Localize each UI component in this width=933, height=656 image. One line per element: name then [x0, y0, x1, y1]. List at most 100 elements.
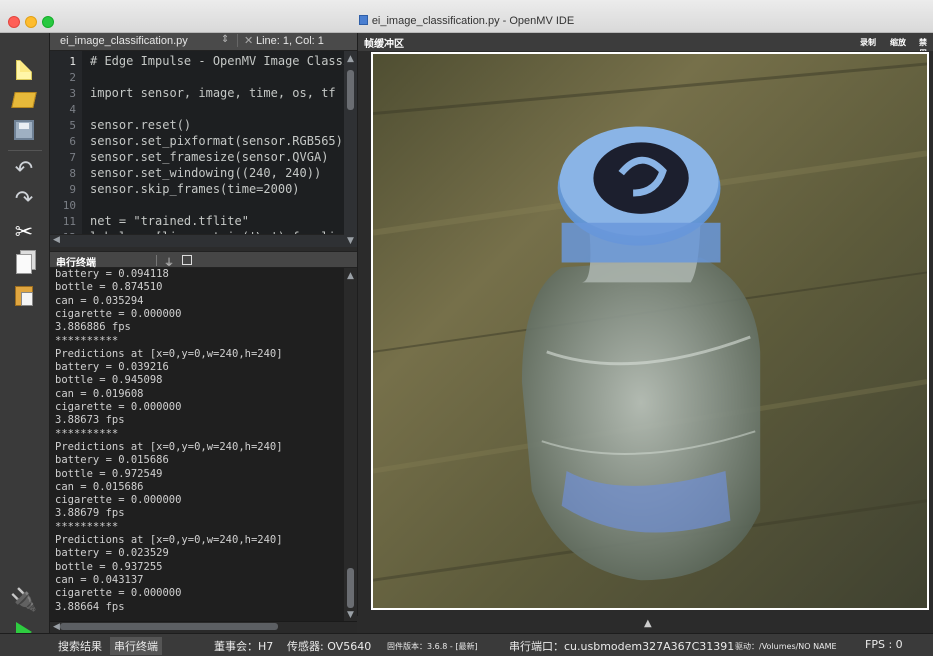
main-toolbar: ↶ ↷ ✂ 🔌 — [0, 33, 50, 656]
terminal-line: ********** — [55, 520, 119, 533]
tab-serial-terminal[interactable]: 串行终端 — [110, 637, 162, 655]
toolbar-separator — [8, 150, 42, 151]
line-number: 11 — [62, 215, 76, 228]
paste-button[interactable] — [11, 283, 37, 309]
cut-button[interactable]: ✂ — [11, 219, 37, 245]
save-file-button[interactable] — [11, 117, 37, 143]
code-editor[interactable]: 1 2 3 4 5 6 7 8 9 10 11 12 # Edge Impuls… — [50, 51, 357, 247]
terminal-line: 3.88673 fps — [55, 414, 125, 427]
board-info[interactable]: 董事会：H7 — [214, 638, 273, 654]
close-document-icon[interactable]: ✕ — [237, 34, 253, 47]
line-number: 2 — [69, 71, 76, 84]
zoom-button[interactable]: 缩放 — [890, 37, 906, 48]
serial-port-info[interactable]: 串行端口：cu.usbmodem327A367C31391 — [509, 638, 734, 654]
line-number: 10 — [62, 199, 76, 212]
terminal-line: cigarette = 0.000000 — [55, 401, 182, 413]
record-button[interactable]: 录制 — [860, 37, 876, 48]
window-title: ei_image_classification.py - OpenMV IDE — [0, 15, 933, 27]
serial-terminal-title: 串行终端 — [56, 258, 96, 269]
terminal-line: can = 0.043137 — [55, 573, 144, 586]
terminal-line: can = 0.019608 — [55, 387, 144, 400]
terminal-line: bottle = 0.874510 — [55, 281, 163, 294]
code-line: net = "trained.tflite" — [90, 214, 249, 228]
camera-frame-image — [371, 52, 929, 610]
scroll-up-arrow-icon[interactable]: ▲ — [347, 271, 354, 281]
terminal-line: Predictions at [x=0,y=0,w=240,h=240] — [55, 440, 283, 453]
terminal-scroll-thumb[interactable] — [347, 568, 354, 608]
redo-button[interactable]: ↷ — [11, 187, 37, 213]
terminal-line: can = 0.015686 — [55, 480, 144, 493]
cursor-position: Line: 1, Col: 1 — [256, 35, 324, 47]
file-selector[interactable]: ei_image_classification.py — [60, 35, 188, 47]
save-file-icon — [14, 120, 34, 140]
header-divider — [156, 255, 157, 266]
undo-icon: ↶ — [14, 157, 34, 182]
terminal-line: battery = 0.023529 — [55, 547, 169, 560]
terminal-line: bottle = 0.972549 — [55, 467, 163, 480]
scroll-down-arrow-icon[interactable]: ▼ — [347, 236, 354, 246]
editor-header: ei_image_classification.py ⇕ ✕ Line: 1, … — [50, 33, 357, 51]
editor-scroll-thumb[interactable] — [347, 70, 354, 110]
line-number: 7 — [69, 151, 76, 164]
drive-info[interactable]: 驱动：/Volumes/NO NAME — [735, 641, 837, 652]
cut-icon: ✂ — [14, 219, 34, 245]
scroll-left-arrow-icon[interactable]: ◀ — [53, 235, 60, 245]
code-line: import sensor, image, time, os, tf — [90, 86, 336, 100]
new-file-icon — [16, 60, 32, 80]
undo-button[interactable]: ↶ — [11, 157, 37, 183]
copy-icon — [16, 254, 32, 274]
line-number: 1 — [69, 55, 76, 68]
terminal-line: battery = 0.094118 — [55, 268, 169, 280]
sensor-info[interactable]: 传感器: OV5640 — [287, 638, 371, 654]
terminal-save-icon[interactable] — [182, 255, 192, 265]
collapse-arrow-icon[interactable]: ▲ — [644, 618, 652, 629]
code-line: # Edge Impulse - OpenMV Image Classifica… — [90, 54, 357, 68]
redo-icon: ↷ — [14, 187, 34, 212]
open-file-icon — [11, 92, 37, 108]
connect-icon: 🔌 — [10, 587, 38, 613]
terminal-line: 3.886886 fps — [55, 321, 131, 334]
terminal-line: bottle = 0.937255 — [55, 560, 163, 573]
line-number: 5 — [69, 119, 76, 132]
tab-search-results[interactable]: 搜索结果 — [58, 638, 102, 654]
python-file-icon — [358, 15, 368, 25]
scroll-up-arrow-icon[interactable]: ▲ — [347, 54, 354, 64]
line-number: 9 — [69, 183, 76, 196]
terminal-line: can = 0.035294 — [55, 294, 144, 307]
terminal-line: cigarette = 0.000000 — [55, 587, 182, 600]
terminal-line: Predictions at [x=0,y=0,w=240,h=240] — [55, 347, 283, 360]
serial-terminal-output[interactable]: battery = 0.094118 bottle = 0.874510 can… — [50, 268, 344, 621]
frame-buffer-resize-handle[interactable]: ▲ — [357, 616, 933, 633]
terminal-line: 3.88679 fps — [55, 507, 125, 520]
line-number-gutter: 1 2 3 4 5 6 7 8 9 10 11 12 — [50, 51, 82, 247]
terminal-line: battery = 0.039216 — [55, 361, 169, 374]
terminal-line: battery = 0.015686 — [55, 454, 169, 467]
terminal-line: bottle = 0.945098 — [55, 374, 163, 387]
terminal-settings-icon[interactable]: ⏚ — [164, 254, 174, 269]
fps-readout: FPS : 0 — [865, 638, 903, 651]
line-number: 8 — [69, 167, 76, 180]
scroll-down-arrow-icon[interactable]: ▼ — [347, 610, 354, 620]
copy-button[interactable] — [11, 251, 37, 277]
code-line: sensor.set_pixformat(sensor.RGB565) — [90, 134, 343, 148]
editor-horizontal-scrollbar[interactable] — [50, 234, 344, 247]
title-bar: ei_image_classification.py - OpenMV IDE — [0, 0, 933, 33]
frame-buffer-header: 帧缓冲区 录制 缩放 禁用 — [357, 33, 933, 58]
terminal-line: Predictions at [x=0,y=0,w=240,h=240] — [55, 534, 283, 546]
line-number: 3 — [69, 87, 76, 100]
terminal-horizontal-thumb[interactable] — [60, 623, 278, 630]
scroll-left-arrow-icon[interactable]: ◀ — [53, 622, 60, 632]
connect-button[interactable]: 🔌 — [10, 587, 38, 613]
code-line: sensor.set_windowing((240, 240)) — [90, 166, 322, 180]
terminal-line: cigarette = 0.000000 — [55, 307, 182, 320]
open-file-button[interactable] — [11, 87, 37, 113]
code-line: sensor.skip_frames(time=2000) — [90, 182, 300, 196]
serial-terminal-header: 串行终端 ⏚ ⌃ — [50, 251, 397, 269]
terminal-line: ********** — [55, 334, 119, 347]
firmware-info[interactable]: 固件版本：3.6.8 - [最新] — [387, 641, 478, 652]
line-number: 4 — [69, 103, 76, 116]
terminal-line: 3.88664 fps — [55, 600, 125, 613]
new-file-button[interactable] — [11, 57, 37, 83]
file-selector-arrows-icon[interactable]: ⇕ — [221, 34, 229, 45]
status-bar: 搜索结果 串行终端 董事会：H7 传感器: OV5640 固件版本：3.6.8 … — [0, 633, 933, 656]
